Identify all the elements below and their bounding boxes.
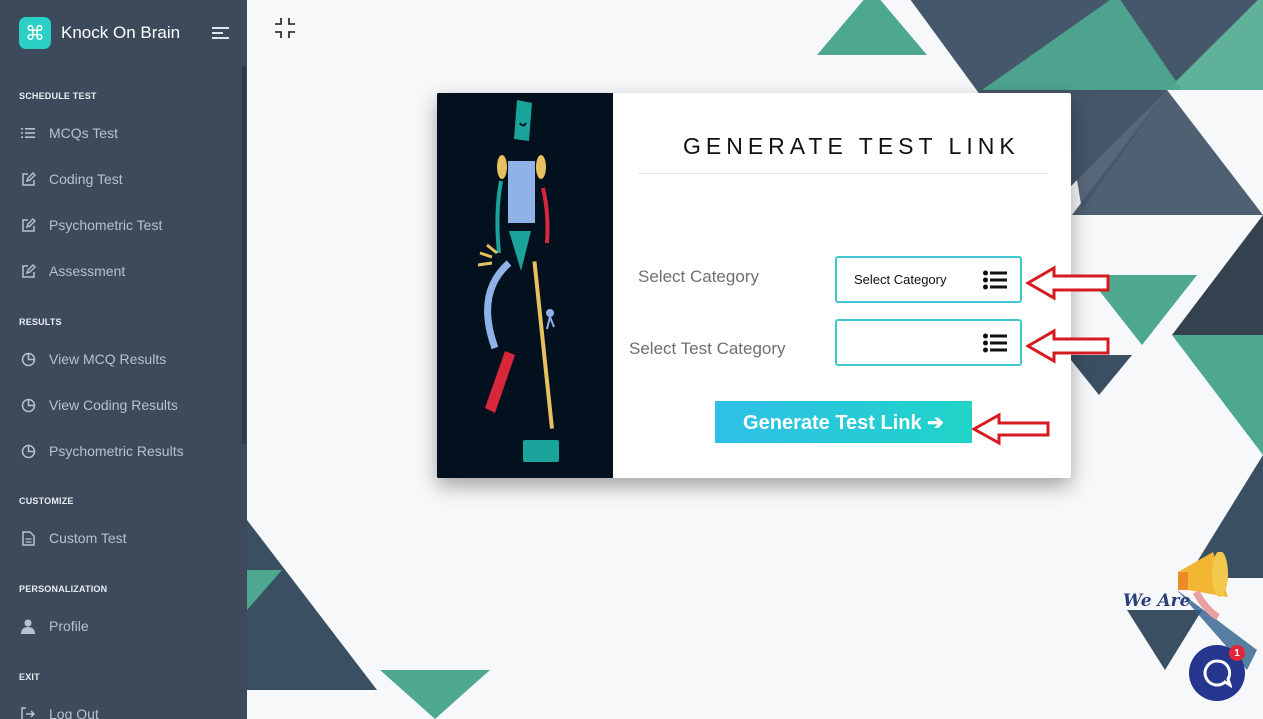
logout-icon [20,706,36,719]
command-logo-icon: ⌘ [19,17,51,49]
sidebar: ⌘ Knock On Brain SCHEDULE TEST MCQs Test… [0,0,247,719]
pie-chart-icon [20,443,36,459]
brand-name: Knock On Brain [61,23,181,42]
annotation-arrow-icon [1026,328,1110,364]
list-icon [983,270,1007,290]
file-icon [20,530,36,546]
section-title-personalization: PERSONALIZATION [19,584,108,594]
notification-badge: 1 [1229,645,1245,661]
category-select-value: Select Category [854,272,947,287]
list-icon [20,125,36,141]
sidebar-item-label: Log Out [49,706,99,719]
sidebar-item-view-coding-results[interactable]: View Coding Results [20,394,178,416]
hiring-promo-text: We Are [1123,591,1191,611]
section-title-schedule-test: SCHEDULE TEST [19,91,97,101]
user-icon [20,618,36,634]
test-category-select[interactable] [835,319,1022,366]
exit-fullscreen-icon[interactable] [273,16,297,40]
generate-test-link-button[interactable]: Generate Test Link ➔ [715,401,972,443]
sidebar-item-label: View Coding Results [49,397,178,413]
sidebar-item-label: Coding Test [49,171,123,187]
edit-icon [20,171,36,187]
sidebar-item-view-mcq-results[interactable]: View MCQ Results [20,348,166,370]
sidebar-item-coding-test[interactable]: Coding Test [20,168,123,190]
brand[interactable]: ⌘ Knock On Brain [0,0,247,66]
sidebar-item-assessment[interactable]: Assessment [20,260,125,282]
edit-icon [20,217,36,233]
list-icon [983,333,1007,353]
illustration-figure [437,93,613,478]
test-category-label: Select Test Category [629,339,786,358]
sidebar-scrollbar[interactable] [242,66,246,444]
section-title-customize: CUSTOMIZE [19,496,74,506]
sidebar-item-custom-test[interactable]: Custom Test [20,527,127,549]
edit-icon [20,263,36,279]
sidebar-item-label: View MCQ Results [49,351,167,367]
sidebar-item-psychometric-test[interactable]: Psychometric Test [20,214,162,236]
sidebar-item-label: Custom Test [49,530,127,546]
category-select[interactable]: Select Category [835,256,1022,303]
annotation-arrow-icon [972,412,1050,446]
chat-bubble-icon [1203,659,1232,688]
sidebar-item-label: Profile [49,618,89,634]
sidebar-item-label: Psychometric Results [49,443,184,459]
section-title-exit: EXIT [19,672,40,682]
pie-chart-icon [20,397,36,413]
sidebar-item-label: MCQs Test [49,125,118,141]
sidebar-item-label: Psychometric Test [49,217,163,233]
sidebar-item-mcqs-test[interactable]: MCQs Test [20,122,118,144]
annotation-arrow-icon [1026,265,1110,301]
sidebar-item-log-out[interactable]: Log Out [20,703,99,719]
section-title-results: RESULTS [19,317,62,327]
pie-chart-icon [20,351,36,367]
sidebar-item-profile[interactable]: Profile [20,615,89,637]
menu-toggle-icon[interactable] [212,27,229,42]
sidebar-item-label: Assessment [49,263,126,279]
title-divider [638,173,1048,174]
sidebar-item-psychometric-results[interactable]: Psychometric Results [20,440,184,462]
card-title: GENERATE TEST LINK [683,133,1020,159]
category-label: Select Category [638,267,759,286]
